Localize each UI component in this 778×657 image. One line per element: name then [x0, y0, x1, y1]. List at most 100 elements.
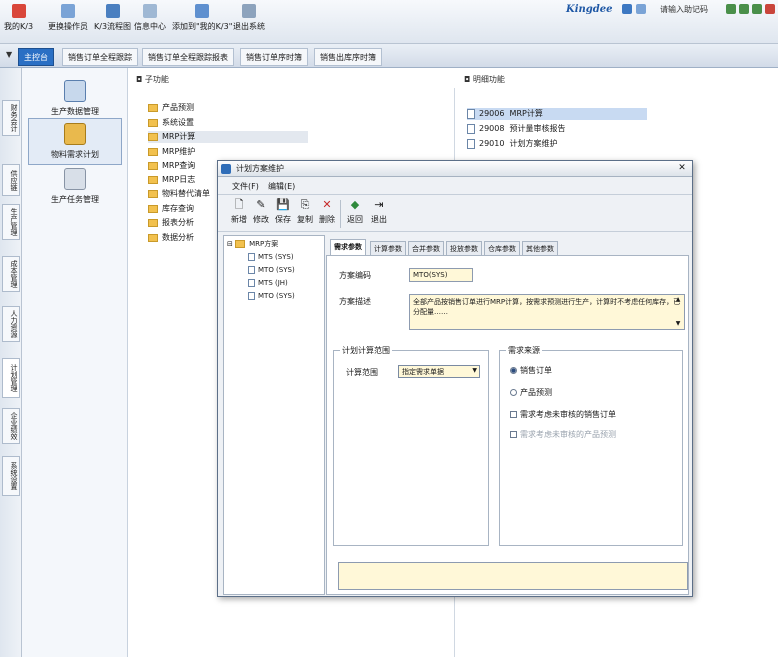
- scroll-up-icon[interactable]: ▲: [674, 296, 682, 304]
- tab-calc-params[interactable]: 计算参数: [370, 241, 406, 255]
- exit-icon: [242, 4, 256, 18]
- remarks-field[interactable]: [338, 562, 688, 590]
- tab-sales-order-tracking[interactable]: 销售订单全程跟踪: [62, 48, 138, 66]
- radio-sales-order[interactable]: 销售订单: [510, 365, 552, 376]
- checkbox-icon: [510, 411, 517, 418]
- switch-operator-button[interactable]: 更换操作员: [48, 4, 88, 40]
- collapse-icon[interactable]: ⊟: [227, 240, 233, 248]
- exit-system-button[interactable]: 退出系统: [233, 4, 265, 40]
- nav-hr[interactable]: 人力资源: [2, 306, 20, 342]
- settings-icon[interactable]: [636, 4, 646, 14]
- module-column: 生产数据管理 物料需求计划 生产任务管理: [22, 68, 128, 657]
- menu-edit[interactable]: 编辑(E): [268, 181, 295, 192]
- list-item[interactable]: MRP维护: [148, 146, 195, 158]
- tab-sales-outbound-list[interactable]: 销售出库序时簿: [314, 48, 382, 66]
- list-item[interactable]: 产品预测: [148, 102, 194, 114]
- folder-icon: [148, 189, 158, 198]
- scheme-tree: ⊟ MRP方案 MTS (SYS) MTO (SYS) MTS (JH) MTO…: [223, 235, 325, 595]
- scheme-desc-field[interactable]: 全部产品按销售订单进行MRP计算，按需求预测进行生产，计算时不考虑任何库存，已分…: [409, 294, 685, 330]
- add-to-my-k3-button[interactable]: 添加到"我的K/3": [172, 4, 232, 40]
- delete-icon: ✕: [322, 198, 332, 211]
- nav-performance[interactable]: 企业绩效: [2, 408, 20, 444]
- help-icon[interactable]: [622, 4, 632, 14]
- tree-node[interactable]: MTS (SYS): [248, 252, 294, 263]
- tab-sales-order-tracking-report[interactable]: 销售订单全程跟踪报表: [142, 48, 234, 66]
- tab-release-params[interactable]: 投放参数: [446, 241, 482, 255]
- list-item[interactable]: 数据分析: [148, 232, 194, 244]
- nav-supply-chain[interactable]: 供应链: [2, 164, 20, 196]
- close-icon[interactable]: ✕: [676, 163, 688, 175]
- production-task-icon: [64, 168, 86, 190]
- demand-source-group: 需求来源 销售订单 产品预测 需求考虑未审核的销售订单 需求考虑未审核的产品预测: [499, 345, 683, 546]
- list-item-selected[interactable]: MRP计算: [148, 131, 308, 143]
- minimize-icon[interactable]: [726, 4, 736, 14]
- nav-planning[interactable]: 计划管理: [2, 358, 20, 398]
- scroll-down-icon[interactable]: ▼: [674, 320, 682, 328]
- dialog-menubar: 文件(F) 编辑(E): [218, 178, 692, 194]
- scheme-desc-label: 方案描述: [339, 297, 371, 306]
- module-production-task[interactable]: 生产任务管理: [28, 168, 122, 205]
- folder-open-icon: [148, 132, 158, 141]
- list-item[interactable]: MRP日志: [148, 174, 195, 186]
- my-k3-button[interactable]: 我的K/3: [4, 4, 33, 40]
- detail-row[interactable]: 29008 预计量审核报告: [467, 123, 566, 135]
- tab-merge-params[interactable]: 合并参数: [408, 241, 444, 255]
- folder-icon: [148, 161, 158, 170]
- back-icon: ◆: [350, 198, 360, 211]
- detail-panel-title: ◘ 明细功能: [464, 75, 505, 84]
- tab-console[interactable]: 主控台: [18, 48, 54, 66]
- module-production-data[interactable]: 生产数据管理: [28, 80, 122, 117]
- list-item[interactable]: 物料替代清单: [148, 188, 210, 200]
- list-item[interactable]: 库存查询: [148, 203, 194, 215]
- detail-row[interactable]: 29010 计划方案维护: [467, 138, 558, 150]
- toolbar-divider: [340, 200, 341, 228]
- plan-scheme-dialog: 计划方案维护 ✕ 文件(F) 编辑(E) 🗋 新增 ✎ 修改 💾 保存 ⎘ 复制 ✕ 删除…: [217, 160, 693, 597]
- tab-sales-order-list[interactable]: 销售订单序时簿: [240, 48, 308, 66]
- delete-button[interactable]: ✕ 删除: [314, 199, 340, 225]
- document-icon: [248, 279, 255, 287]
- list-item[interactable]: 报表分析: [148, 217, 194, 229]
- vertical-nav: 财务会计 供应链 生产管理 成本管理 人力资源 计划管理 企业绩效 系统设置: [0, 68, 22, 657]
- document-icon: [467, 138, 475, 149]
- info-center-button[interactable]: 信息中心: [134, 4, 166, 40]
- add-favorite-icon: [195, 4, 210, 18]
- exit-button[interactable]: ⇥ 退出: [366, 199, 392, 225]
- chevron-down-icon[interactable]: ▼: [6, 50, 12, 59]
- back-button[interactable]: ◆ 返回: [342, 199, 368, 225]
- k3-flowchart-button[interactable]: K/3流程图: [94, 4, 131, 40]
- scheme-code-label: 方案编码: [339, 271, 371, 280]
- main-toolbar: 我的K/3 更换操作员 K/3流程图 信息中心 添加到"我的K/3" 退出系统 …: [0, 0, 778, 44]
- list-item[interactable]: MRP查询: [148, 160, 195, 172]
- dialog-titlebar: 计划方案维护 ✕: [218, 161, 692, 177]
- info-center-icon: [143, 4, 157, 18]
- detail-row-selected[interactable]: 29006 MRP计算: [467, 108, 647, 120]
- production-data-icon: [64, 80, 86, 102]
- checkbox-unaudited-sales-orders[interactable]: 需求考虑未审核的销售订单: [510, 409, 616, 420]
- scheme-code-field[interactable]: MTO(SYS): [409, 268, 473, 282]
- maximize-icon[interactable]: [752, 4, 762, 14]
- tab-other-params[interactable]: 其他参数: [522, 241, 558, 255]
- tree-node[interactable]: MTO (SYS): [248, 291, 295, 302]
- tab-demand-params[interactable]: 需求参数: [330, 239, 366, 255]
- tree-node[interactable]: MTS (JH): [248, 278, 288, 289]
- radio-selected-icon: [510, 367, 517, 374]
- home-icon: [11, 4, 26, 18]
- menu-file[interactable]: 文件(F): [232, 181, 259, 192]
- nav-cost[interactable]: 成本管理: [2, 256, 20, 292]
- document-icon: [248, 253, 255, 261]
- calc-range-select[interactable]: 指定需求单据 ▼: [398, 365, 480, 378]
- nav-system-settings[interactable]: 系统设置: [2, 456, 20, 496]
- nav-production[interactable]: 生产管理: [2, 204, 20, 240]
- tree-node[interactable]: MTO (SYS): [248, 265, 295, 276]
- flowchart-icon: [105, 4, 120, 18]
- module-mrp[interactable]: 物料需求计划: [28, 118, 122, 165]
- tab-warehouse-params[interactable]: 仓库参数: [484, 241, 520, 255]
- tree-root[interactable]: ⊟ MRP方案: [227, 239, 278, 250]
- arrow-icon: ◘: [136, 75, 145, 84]
- folder-icon: [148, 204, 158, 213]
- radio-product-forecast[interactable]: 产品预测: [510, 387, 552, 398]
- list-item[interactable]: 系统设置: [148, 117, 194, 129]
- restore-icon[interactable]: [739, 4, 749, 14]
- nav-finance[interactable]: 财务会计: [2, 100, 20, 136]
- close-icon[interactable]: [765, 4, 775, 14]
